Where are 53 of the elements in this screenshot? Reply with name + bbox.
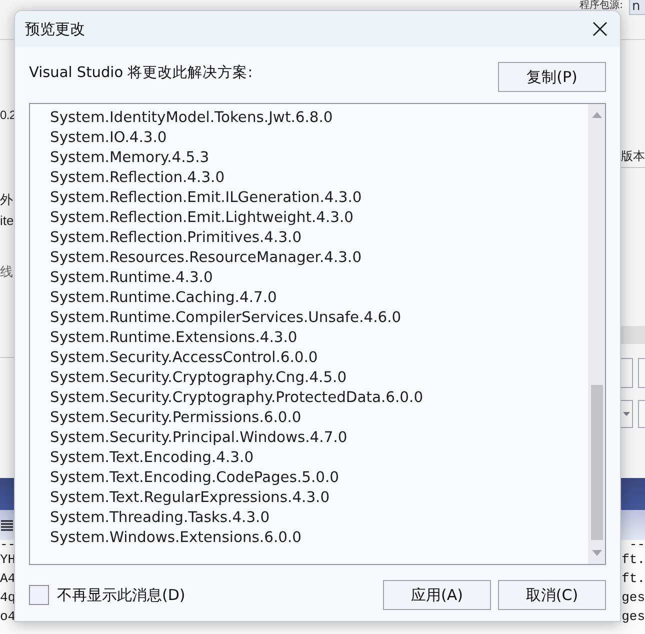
console-text: A4 xyxy=(0,572,16,586)
scroll-down-icon[interactable] xyxy=(592,550,602,556)
list-item: System.Reflection.Primitives.4.3.0 xyxy=(50,228,302,248)
console-text: -- xyxy=(629,540,645,550)
list-item: System.Reflection.Emit.Lightweight.4.3.0 xyxy=(50,208,354,228)
console-text: -- xyxy=(0,540,16,550)
list-item: System.Security.Cryptography.ProtectedData.6.0.0 xyxy=(50,388,424,408)
list-item: System.Runtime.Caching.4.7.0 xyxy=(50,288,277,308)
list-item: System.Security.Permissions.6.0.0 xyxy=(50,408,302,428)
console-text: ges xyxy=(622,610,645,624)
list-item: System.Text.RegularExpressions.4.3.0 xyxy=(50,488,330,508)
list-item: System.Resources.ResourceManager.4.3.0 xyxy=(50,248,362,268)
list-item: System.Text.Encoding.CodePages.5.0.0 xyxy=(50,468,340,488)
partial-label: ite xyxy=(0,213,14,229)
list-item: System.Security.Principal.Windows.4.7.0 xyxy=(50,428,348,448)
list-item: System.Runtime.CompilerServices.Unsafe.4.6.0 xyxy=(50,308,402,328)
close-icon xyxy=(593,22,607,36)
scroll-up-icon[interactable] xyxy=(592,112,602,118)
partial-button[interactable] xyxy=(638,358,645,388)
toolbar-strip xyxy=(621,326,645,344)
list-item: System.Windows.Extensions.6.0.0 xyxy=(50,528,302,548)
partial-label: 线 xyxy=(0,264,13,280)
list-icon[interactable] xyxy=(1,520,13,530)
list-item: System.Reflection.4.3.0 xyxy=(50,168,225,188)
list-item: System.Memory.4.5.3 xyxy=(50,148,210,168)
list-item: System.IO.4.3.0 xyxy=(50,128,167,148)
list-item: System.Text.Encoding.4.3.0 xyxy=(50,448,254,468)
caret-icon xyxy=(623,412,630,416)
list-item: System.Threading.Tasks.4.3.0 xyxy=(50,508,270,528)
list-item: System.Security.Cryptography.Cng.4.5.0 xyxy=(50,368,347,388)
checkbox[interactable] xyxy=(29,585,49,605)
list-item: System.Reflection.Emit.ILGeneration.4.3.0 xyxy=(50,188,362,208)
cancel-button[interactable]: 取消(C) xyxy=(498,580,606,610)
scrollbar[interactable] xyxy=(588,104,605,564)
console-text: ft. xyxy=(622,552,645,566)
list-item: System.IdentityModel.Tokens.Jwt.6.8.0 xyxy=(50,108,333,128)
partial-button[interactable] xyxy=(638,400,645,428)
list-item: System.Runtime.4.3.0 xyxy=(50,268,213,288)
list-item: System.Security.AccessControl.6.0.0 xyxy=(50,348,318,368)
list-item: System.Runtime.Extensions.4.3.0 xyxy=(50,328,298,348)
console-text: ft. xyxy=(622,572,645,586)
console-text: ges xyxy=(622,590,645,604)
dialog-title: 预览更改 xyxy=(25,20,85,38)
dropdown-field[interactable] xyxy=(621,400,633,428)
apply-button[interactable]: 应用(A) xyxy=(383,580,491,610)
message-text: Visual Studio 将更改此解决方案: xyxy=(29,64,253,82)
console-text: o4 xyxy=(0,610,16,624)
copy-button[interactable]: 复制(P) xyxy=(498,62,606,92)
partial-label: 外 xyxy=(0,192,13,208)
scrollbar-thumb[interactable] xyxy=(590,385,602,540)
checkbox-label[interactable]: 不再显示此消息(D) xyxy=(57,586,186,604)
partial-button[interactable] xyxy=(621,358,633,388)
package-source-field[interactable]: n xyxy=(629,0,645,15)
